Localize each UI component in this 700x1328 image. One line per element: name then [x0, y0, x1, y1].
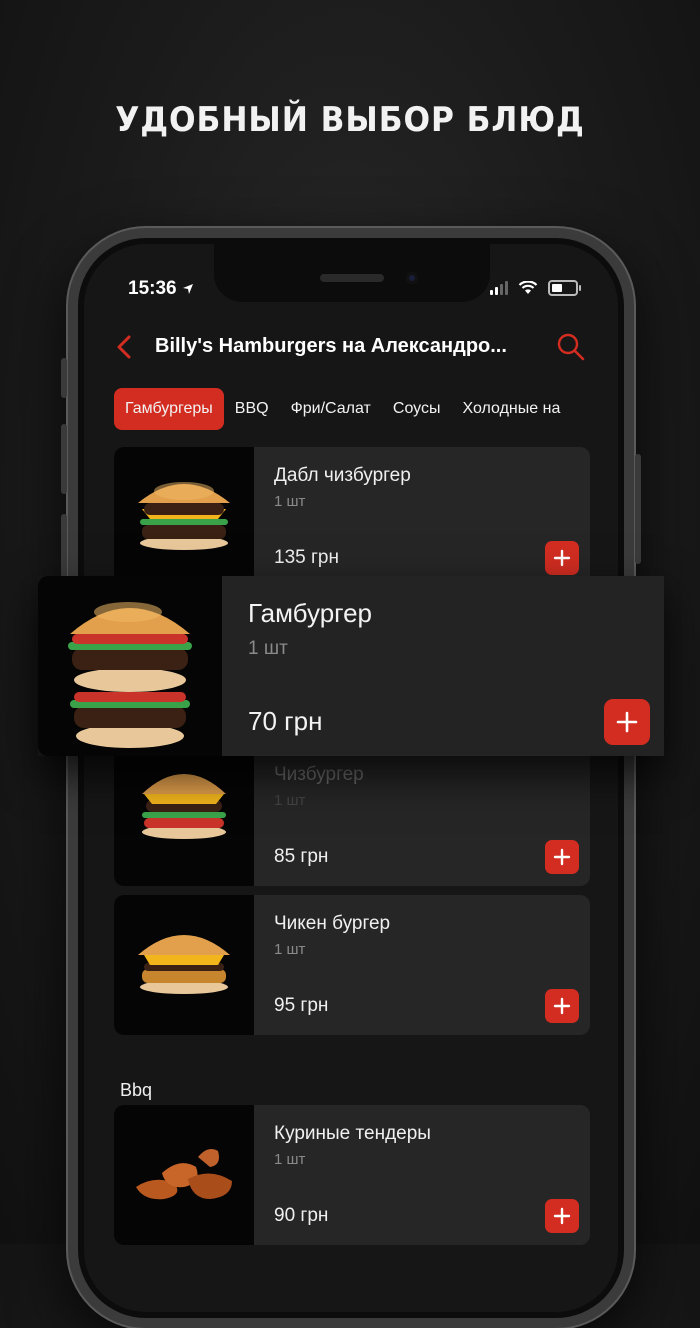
front-camera — [406, 272, 418, 284]
item-quantity: 1 шт — [274, 1151, 306, 1168]
notch — [214, 244, 490, 302]
promo-headline: УДОБНЫЙ ВЫБОР БЛЮД — [115, 100, 585, 140]
tab-fries-salad[interactable]: Фри/Салат — [280, 388, 382, 430]
item-photo — [38, 576, 222, 756]
tab-cold-drinks[interactable]: Холодные на — [451, 388, 571, 430]
item-name: Гамбургер — [248, 598, 372, 628]
app-header: Billy's Hamburgers на Александро... — [84, 320, 618, 376]
plus-icon — [553, 1207, 571, 1225]
item-name: Дабл чизбургер — [274, 465, 411, 486]
highlighted-item-details: Гамбургер 1 шт 70 грн — [222, 576, 664, 756]
item-quantity: 1 шт — [248, 638, 288, 659]
plus-icon — [553, 997, 571, 1015]
mute-switch — [61, 358, 67, 398]
location-arrow-icon — [182, 284, 193, 294]
status-indicators — [490, 280, 581, 296]
item-photo — [114, 447, 254, 587]
item-name: Куриные тендеры — [274, 1123, 431, 1144]
menu-item-card[interactable]: Чикен бургер 1 шт 95 грн — [114, 895, 590, 1035]
menu-item-card[interactable]: Чизбургер 1 шт 85 грн — [114, 746, 590, 886]
tab-sauces[interactable]: Соусы — [382, 388, 452, 430]
item-price: 135 грн — [274, 547, 339, 568]
cheeseburger-image — [142, 774, 226, 839]
item-quantity: 1 шт — [274, 493, 306, 510]
double-cheeseburger-image — [138, 482, 230, 550]
item-quantity: 1 шт — [274, 941, 306, 958]
add-to-cart-button[interactable] — [545, 1199, 579, 1233]
volume-down-button — [61, 514, 67, 584]
menu-item-card[interactable]: Куриные тендеры 1 шт 90 грн — [114, 1105, 590, 1245]
app-screen: 15:36 Billy's Hamburgers на Александро..… — [84, 244, 618, 1312]
chicken-tenders-image — [136, 1149, 232, 1200]
chicken-burger-image — [138, 935, 230, 994]
cellular-signal-icon — [490, 281, 508, 295]
item-price: 95 грн — [274, 995, 329, 1016]
search-icon[interactable] — [556, 332, 586, 362]
wifi-icon — [518, 281, 538, 294]
add-to-cart-button[interactable] — [545, 541, 579, 575]
item-photo — [114, 895, 254, 1035]
menu-item-card[interactable]: Дабл чизбургер 1 шт 135 грн — [114, 447, 590, 587]
restaurant-title: Billy's Hamburgers на Александро... — [155, 335, 507, 357]
item-price: 85 грн — [274, 846, 329, 867]
earpiece-speaker — [320, 274, 384, 282]
plus-icon — [616, 711, 638, 733]
phone-frame: 15:36 Billy's Hamburgers на Александро..… — [61, 228, 641, 1328]
battery-icon — [548, 280, 581, 296]
section-title-bbq: Bbq — [120, 1080, 153, 1100]
item-name: Чизбургер — [274, 764, 364, 785]
item-price: 70 грн — [248, 706, 323, 736]
item-photo — [114, 1105, 254, 1245]
add-to-cart-button[interactable] — [604, 699, 650, 745]
item-name: Чикен бургер — [274, 913, 391, 934]
plus-icon — [553, 549, 571, 567]
add-to-cart-button[interactable] — [545, 840, 579, 874]
tab-hamburgers[interactable]: Гамбургеры — [114, 388, 224, 430]
hamburger-image — [68, 602, 192, 748]
status-time: 15:36 — [128, 278, 194, 300]
add-to-cart-button[interactable] — [545, 989, 579, 1023]
item-price: 90 грн — [274, 1205, 329, 1226]
plus-icon — [553, 848, 571, 866]
item-photo — [114, 746, 254, 886]
category-tabs: Гамбургеры BBQ Фри/Салат Соусы Холодные … — [114, 387, 618, 431]
tab-bbq[interactable]: BBQ — [224, 388, 280, 430]
volume-up-button — [61, 424, 67, 494]
back-arrow-icon[interactable] — [112, 334, 138, 360]
highlighted-item-card[interactable]: Гамбургер 1 шт 70 грн — [38, 576, 664, 756]
power-button — [635, 454, 641, 564]
item-quantity: 1 шт — [274, 792, 306, 809]
